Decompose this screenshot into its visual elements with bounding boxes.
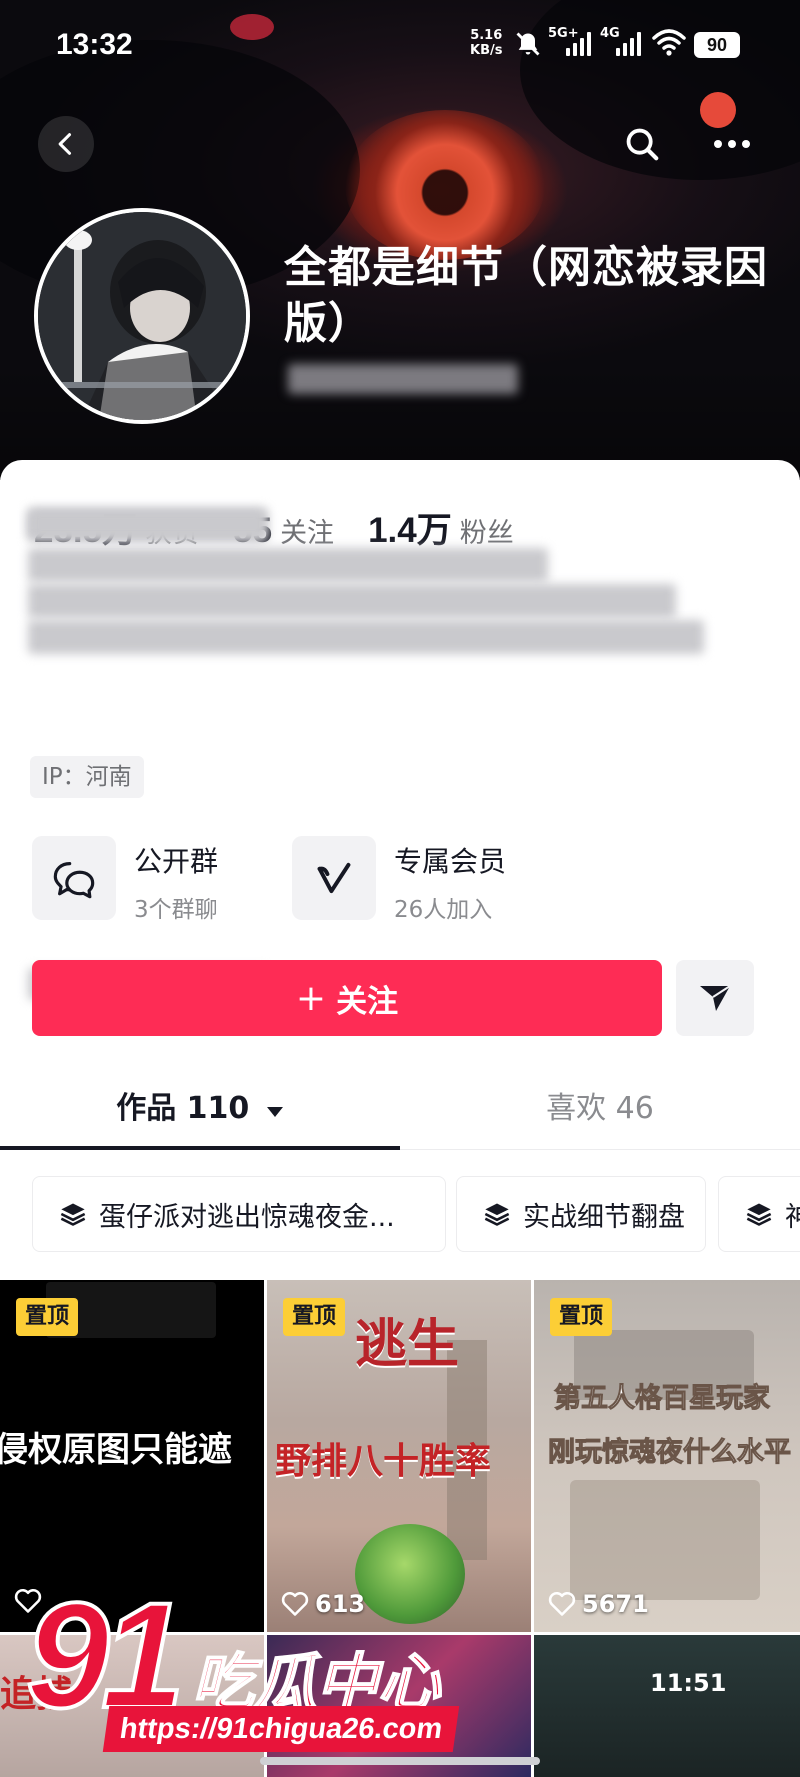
- like-count: 5671: [548, 1590, 649, 1618]
- thumb-caption: 刚玩惊魂夜什么水平: [548, 1437, 792, 1469]
- status-bar: 13:32 5.16 KB/s 5G+ 4G 90: [0, 0, 800, 92]
- pinned-badge: 置顶: [16, 1298, 79, 1336]
- stat-followers-value[interactable]: 1.4万: [368, 502, 452, 553]
- bio-line: [28, 620, 704, 654]
- stat-following-label[interactable]: 关注: [280, 511, 334, 550]
- pinned-badge: 置顶: [550, 1298, 613, 1336]
- search-icon: [626, 128, 659, 161]
- feature-public-group[interactable]: 公开群 3个群聊: [32, 836, 219, 923]
- thumb-caption: 野排八十胜率: [275, 1441, 492, 1482]
- battery-indicator: 90: [694, 32, 740, 58]
- bio-line: [28, 508, 268, 540]
- collection-chip[interactable]: 蛋仔派对逃出惊魂夜金...: [32, 1176, 446, 1252]
- thumb-caption-top: 逃生: [355, 1315, 460, 1375]
- plus-icon: +: [295, 977, 327, 1019]
- banner-eye-art: [345, 110, 545, 260]
- stat-followers-label[interactable]: 粉丝: [460, 511, 514, 550]
- collections-row: 蛋仔派对逃出惊魂夜金... 实战细节翻盘 神: [0, 1176, 800, 1254]
- layers-icon: [60, 1203, 86, 1226]
- profile-name: 全都是细节（网恋被录因版）: [284, 243, 768, 349]
- feature-title: 公开群: [134, 845, 219, 878]
- watermark-logo: 91 吃瓜中心 https://91chigua26.com: [20, 1578, 490, 1760]
- more-dots-icon: [714, 140, 750, 148]
- thumb-caption-top: 第五人格百星玩家: [554, 1383, 771, 1415]
- feature-subtitle: 3个群聊: [134, 897, 218, 923]
- status-time: 13:32: [56, 28, 133, 61]
- tab-liked[interactable]: 喜欢 46: [400, 1068, 800, 1150]
- layers-icon: [484, 1203, 510, 1226]
- chat-bubbles-icon: [53, 862, 95, 899]
- avatar[interactable]: [34, 208, 250, 424]
- tab-works[interactable]: 作品 110: [0, 1068, 400, 1150]
- back-button[interactable]: [38, 116, 94, 172]
- layers-icon: [746, 1203, 772, 1226]
- search-button[interactable]: [614, 116, 670, 172]
- network-speed: 5.16 KB/s: [470, 28, 503, 58]
- bio-line: [28, 584, 676, 618]
- thumb-caption: 侵权原图只能遮: [0, 1430, 232, 1470]
- blurred-handle: [288, 364, 518, 394]
- pinned-badge: 置顶: [283, 1298, 346, 1336]
- video-thumb[interactable]: 11:51: [534, 1635, 800, 1777]
- follow-label: 关注: [336, 983, 399, 1020]
- paper-plane-icon: [700, 985, 731, 1011]
- v-badge-icon: [317, 862, 351, 894]
- signal-bars-icon: [566, 30, 591, 56]
- more-button[interactable]: [704, 116, 760, 172]
- chevron-left-icon: [58, 133, 72, 155]
- wifi-icon: [652, 29, 686, 56]
- caret-down-icon: [266, 1107, 283, 1117]
- heart-icon: [548, 1591, 576, 1616]
- bell-muted-icon: [516, 32, 540, 56]
- signal-bars-icon: [616, 30, 641, 56]
- collection-chip[interactable]: 神: [718, 1176, 800, 1252]
- video-thumb[interactable]: 置顶 第五人格百星玩家 刚玩惊魂夜什么水平 5671: [534, 1280, 800, 1632]
- tab-indicator: [0, 1146, 400, 1150]
- follow-button[interactable]: + 关注: [32, 960, 662, 1036]
- avatar-illustration: [38, 212, 246, 420]
- watermark-url: https://91chigua26.com: [102, 1706, 460, 1752]
- bio-line: [28, 548, 548, 582]
- home-indicator[interactable]: [260, 1757, 540, 1765]
- feature-membership[interactable]: 专属会员 26人加入: [292, 836, 507, 923]
- collection-chip[interactable]: 实战细节翻盘: [456, 1176, 706, 1252]
- share-button[interactable]: [676, 960, 754, 1036]
- feature-title: 专属会员: [394, 845, 507, 878]
- feature-subtitle: 26人加入: [394, 897, 493, 923]
- thumb-caption: 11:51: [650, 1669, 727, 1697]
- content-tabs: 作品 110 喜欢 46: [0, 1068, 800, 1150]
- ip-location-tag: IP：河南: [30, 756, 144, 798]
